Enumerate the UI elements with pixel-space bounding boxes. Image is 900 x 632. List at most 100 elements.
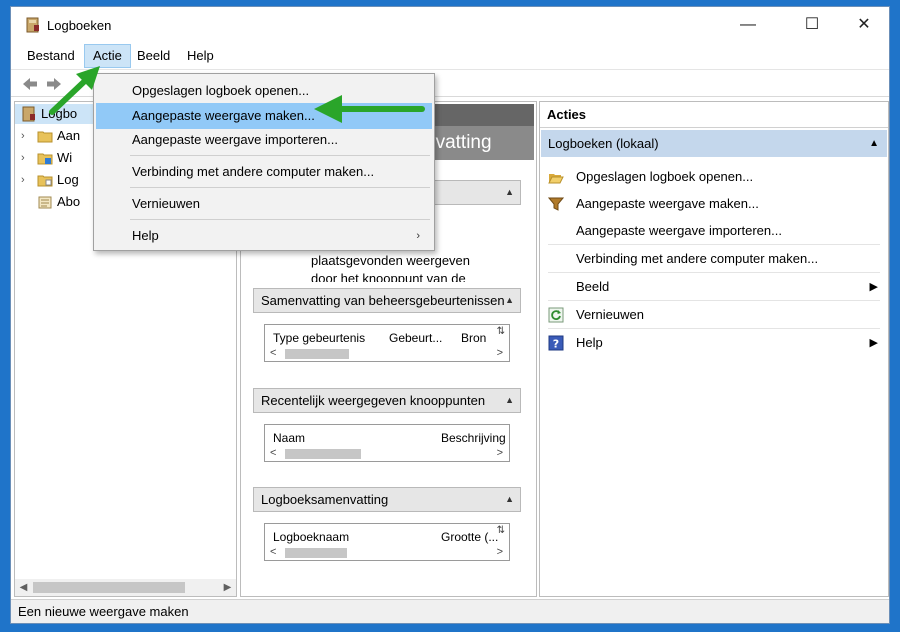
tree-item-label: Wi xyxy=(57,150,73,165)
beheersgebeurtenissen-table: Type gebeurtenis Gebeurt... Bron ⇅ < > xyxy=(264,324,510,362)
action-label: Help xyxy=(576,335,603,350)
scroll-left-icon[interactable]: < xyxy=(270,346,276,361)
column-header[interactable]: Bron xyxy=(461,331,486,345)
collapse-caret-icon[interactable]: ▲ xyxy=(869,130,879,157)
chevron-right-icon[interactable]: › xyxy=(21,148,31,168)
submenu-arrow-icon: › xyxy=(416,230,420,242)
table-horizontal-scrollbar[interactable]: < > xyxy=(265,446,509,461)
action-label: Vernieuwen xyxy=(576,307,644,322)
dropdown-item-help[interactable]: Help › xyxy=(96,223,432,249)
action-opgeslagen-logboek-openen[interactable]: Opgeslagen logboek openen... xyxy=(540,164,888,190)
table-horizontal-scrollbar[interactable]: < > xyxy=(265,346,509,361)
subscriptions-icon xyxy=(38,196,52,209)
section-head-beheersgebeurtenissen[interactable]: Samenvatting van beheersgebeurtenissen ▲ xyxy=(253,288,521,313)
action-help[interactable]: ? Help ▶ xyxy=(540,330,888,356)
scroll-thumb[interactable] xyxy=(285,349,349,359)
action-aangepaste-weergave-maken[interactable]: Aangepaste weergave maken... xyxy=(540,191,888,217)
submenu-arrow-icon: ▶ xyxy=(869,281,878,293)
filter-icon xyxy=(548,197,564,211)
section-head-recente-knooppunten[interactable]: Recentelijk weergegeven knooppunten ▲ xyxy=(253,388,521,413)
action-label: Aangepaste weergave maken... xyxy=(576,196,759,211)
overview-line: door het knooppunt van de xyxy=(311,271,466,282)
menu-beeld[interactable]: Beeld xyxy=(129,44,178,68)
dropdown-item-verbinding-maken[interactable]: Verbinding met andere computer maken... xyxy=(96,159,432,185)
actions-group-head[interactable]: Logboeken (lokaal) ▲ xyxy=(541,130,887,157)
divider xyxy=(548,244,880,245)
annotation-arrow-to-actie-icon xyxy=(49,66,100,115)
scroll-thumb[interactable] xyxy=(285,548,347,558)
logboeksamenvatting-table: Logboeknaam Grootte (... ⇅ < > xyxy=(264,523,510,561)
action-label: Beeld xyxy=(576,279,610,294)
dropdown-separator xyxy=(130,219,430,220)
back-arrow-icon[interactable] xyxy=(21,75,39,93)
folder-icon xyxy=(37,131,53,143)
tree-item-label: Log xyxy=(57,172,79,187)
scroll-updown-icon[interactable]: ⇅ xyxy=(497,525,505,536)
left-pane-horizontal-scrollbar[interactable]: ◀ ▶ xyxy=(15,579,236,596)
chevron-right-icon[interactable]: › xyxy=(21,170,31,190)
dropdown-separator xyxy=(130,155,430,156)
column-header[interactable]: Naam xyxy=(273,431,305,445)
event-viewer-app-icon xyxy=(26,17,39,33)
action-beeld[interactable]: Beeld ▶ xyxy=(540,274,888,300)
minimize-button[interactable]: — xyxy=(725,7,771,43)
menu-help[interactable]: Help xyxy=(179,44,222,68)
action-label: Aangepaste weergave importeren... xyxy=(576,223,782,238)
tree-item-label: Abo xyxy=(57,194,81,209)
column-header[interactable]: Beschrijving xyxy=(441,431,506,445)
collapse-caret-icon[interactable]: ▲ xyxy=(505,488,514,511)
column-header[interactable]: Gebeurt... xyxy=(389,331,442,345)
status-bar: Een nieuwe weergave maken xyxy=(11,599,889,623)
scroll-left-icon[interactable]: ◀ xyxy=(15,579,32,596)
section-title: Recentelijk weergegeven knooppunten xyxy=(261,393,486,408)
windows-logs-icon xyxy=(37,153,53,165)
recente-knooppunten-table: Naam Beschrijving < > xyxy=(264,424,510,462)
scroll-updown-icon[interactable]: ⇅ xyxy=(497,326,505,337)
section-title: Logboeksamenvatting xyxy=(261,492,389,507)
dropdown-item-aangepaste-weergave-importeren[interactable]: Aangepaste weergave importeren... xyxy=(96,127,432,153)
action-vernieuwen[interactable]: Vernieuwen xyxy=(540,302,888,328)
collapse-caret-icon[interactable]: ▲ xyxy=(505,181,514,204)
collapse-caret-icon[interactable]: ▲ xyxy=(505,389,514,412)
scroll-thumb[interactable] xyxy=(33,582,185,593)
close-button[interactable]: ✕ xyxy=(841,7,887,43)
divider xyxy=(548,300,880,301)
scroll-right-icon[interactable]: > xyxy=(497,545,503,560)
action-label: Verbinding met andere computer maken... xyxy=(576,251,819,266)
column-header[interactable]: Logboeknaam xyxy=(273,530,349,544)
dropdown-item-label: Help xyxy=(132,228,159,243)
scroll-right-icon[interactable]: > xyxy=(497,446,503,461)
action-label: Opgeslagen logboek openen... xyxy=(576,169,754,184)
scroll-left-icon[interactable]: < xyxy=(270,446,276,461)
divider xyxy=(548,272,880,273)
section-title: Samenvatting van beheersgebeurtenissen xyxy=(261,293,505,308)
scroll-left-icon[interactable]: < xyxy=(270,545,276,560)
table-horizontal-scrollbar[interactable]: < > xyxy=(265,545,509,560)
scroll-right-icon[interactable]: > xyxy=(497,346,503,361)
event-viewer-window: Logboeken — ☐ ✕ Bestand Actie Beeld Help… xyxy=(10,6,890,624)
event-log-icon xyxy=(22,106,35,122)
open-folder-icon xyxy=(548,174,564,184)
help-icon: ? xyxy=(548,335,564,351)
folder-icon xyxy=(37,175,53,187)
annotation-arrow-to-menu-item-icon xyxy=(314,95,425,123)
column-header[interactable]: Grootte (... xyxy=(441,530,498,544)
scroll-thumb[interactable] xyxy=(285,449,361,459)
menu-bar: Bestand Actie Beeld Help xyxy=(11,44,889,68)
title-bar: Logboeken — ☐ ✕ xyxy=(11,7,889,43)
maximize-button[interactable]: ☐ xyxy=(789,7,835,43)
tree-item-label: Aan xyxy=(57,128,81,143)
window-title: Logboeken xyxy=(47,18,112,33)
dropdown-separator xyxy=(130,187,430,188)
section-head-logboeksamenvatting[interactable]: Logboeksamenvatting ▲ xyxy=(253,487,521,512)
column-header[interactable]: Type gebeurtenis xyxy=(273,331,365,345)
chevron-right-icon[interactable]: › xyxy=(21,126,31,146)
overview-subheader: nvatting xyxy=(423,126,534,160)
action-verbinding-maken[interactable]: Verbinding met andere computer maken... xyxy=(540,246,888,272)
refresh-icon xyxy=(548,307,564,323)
dropdown-item-vernieuwen[interactable]: Vernieuwen xyxy=(96,191,432,217)
scroll-right-icon[interactable]: ▶ xyxy=(219,579,236,596)
action-aangepaste-weergave-importeren[interactable]: Aangepaste weergave importeren... xyxy=(540,218,888,244)
collapse-caret-icon[interactable]: ▲ xyxy=(505,289,514,312)
actions-group-label: Logboeken (lokaal) xyxy=(548,136,659,151)
